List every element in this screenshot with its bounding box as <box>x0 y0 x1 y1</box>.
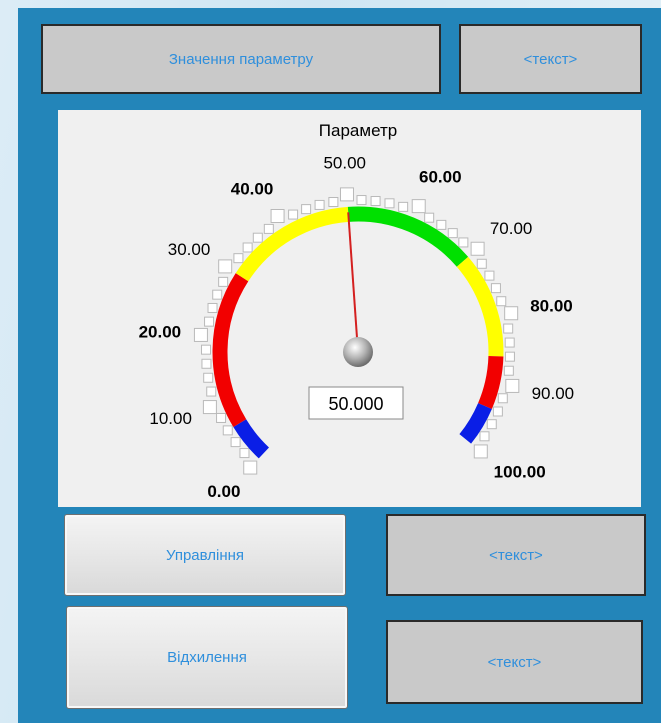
gauge-needle <box>347 212 359 353</box>
tick-mark <box>233 253 244 264</box>
tick-mark <box>504 337 515 348</box>
gauge: Параметр 0.00 10.00 20.00 30.00 40.00 50.00 60.… <box>139 121 575 501</box>
control-value-text: <текст> <box>489 546 543 564</box>
tick-mark <box>314 199 325 210</box>
tick-mark <box>328 197 339 208</box>
tick-mark <box>398 201 409 212</box>
tick-label: 50.00 <box>323 153 366 172</box>
tick-mark <box>496 296 507 307</box>
parameter-value-field-text: <текст> <box>523 50 578 68</box>
tick-mark <box>203 372 214 383</box>
gauge-band <box>212 273 249 428</box>
tick-mark <box>204 316 215 327</box>
tick-mark <box>301 204 312 215</box>
tick-mark <box>218 259 233 274</box>
tick-label: 90.00 <box>532 384 575 403</box>
gauge-band <box>235 206 350 282</box>
tick-mark <box>270 209 285 224</box>
tick-mark <box>370 196 381 207</box>
tick-mark <box>218 276 229 287</box>
tick-mark <box>490 283 501 294</box>
tick-mark <box>252 232 263 243</box>
tick-mark <box>239 448 250 459</box>
tick-mark <box>447 228 458 239</box>
tick-mark <box>486 419 497 430</box>
tick-mark <box>356 195 367 206</box>
tick-mark <box>212 289 223 300</box>
tick-mark <box>193 327 208 342</box>
tick-mark <box>504 351 515 362</box>
tick-mark <box>492 406 503 417</box>
gauge-panel: Параметр 0.00 10.00 20.00 30.00 40.00 50.00 60.… <box>58 110 641 507</box>
tick-mark <box>504 306 519 321</box>
tick-mark <box>470 241 485 256</box>
control-button-label: Управління <box>165 546 245 564</box>
tick-mark <box>503 365 514 376</box>
tick-mark <box>339 187 354 202</box>
tick-label: 30.00 <box>168 240 211 259</box>
deviation-value-field: <текст> <box>386 620 643 704</box>
tick-mark <box>384 198 395 209</box>
tick-mark <box>479 431 490 442</box>
tick-mark <box>201 358 212 369</box>
tick-mark <box>484 270 495 281</box>
tick-mark <box>243 460 258 475</box>
tick-label: 40.00 <box>231 179 274 198</box>
tick-mark <box>216 412 227 423</box>
parameter-value-label: Значення параметру <box>41 24 441 94</box>
tick-mark <box>207 302 218 313</box>
tick-mark <box>288 209 299 220</box>
tick-mark <box>222 425 233 436</box>
tick-label: 70.00 <box>490 219 533 238</box>
tick-mark <box>206 386 217 397</box>
tick-label: 100.00 <box>494 463 546 482</box>
value-readout: 50.000 <box>328 394 383 414</box>
tick-mark <box>458 237 469 248</box>
tick-mark <box>230 437 241 448</box>
tick-mark <box>242 242 253 253</box>
tick-label: 20.00 <box>139 322 182 341</box>
parameter-value-field: <текст> <box>459 24 642 94</box>
tick-mark <box>263 223 274 234</box>
tick-mark <box>505 378 520 393</box>
tick-mark <box>503 323 514 334</box>
control-value-field: <текст> <box>386 514 646 596</box>
tick-mark <box>424 212 435 223</box>
deviation-button-label: Відхилення <box>167 649 247 666</box>
tick-mark <box>436 219 447 230</box>
deviation-value-text: <текст> <box>487 653 542 671</box>
tick-mark <box>202 400 217 415</box>
tick-label: 0.00 <box>207 482 240 501</box>
needle-pivot <box>343 337 373 367</box>
tick-mark <box>201 344 212 355</box>
tick-label: 60.00 <box>419 168 462 187</box>
control-button[interactable]: Управління <box>64 514 346 596</box>
tick-mark <box>473 444 488 459</box>
tick-mark <box>476 258 487 269</box>
tick-mark <box>411 199 426 214</box>
gauge-band <box>478 355 504 409</box>
tick-label: 10.00 <box>149 409 192 428</box>
gauge-title: Параметр <box>319 121 397 140</box>
parameter-value-label-text: Значення параметру <box>168 50 314 68</box>
deviation-button[interactable]: Відхилення <box>66 606 348 709</box>
tick-label: 80.00 <box>530 296 573 315</box>
tick-mark <box>497 393 508 404</box>
